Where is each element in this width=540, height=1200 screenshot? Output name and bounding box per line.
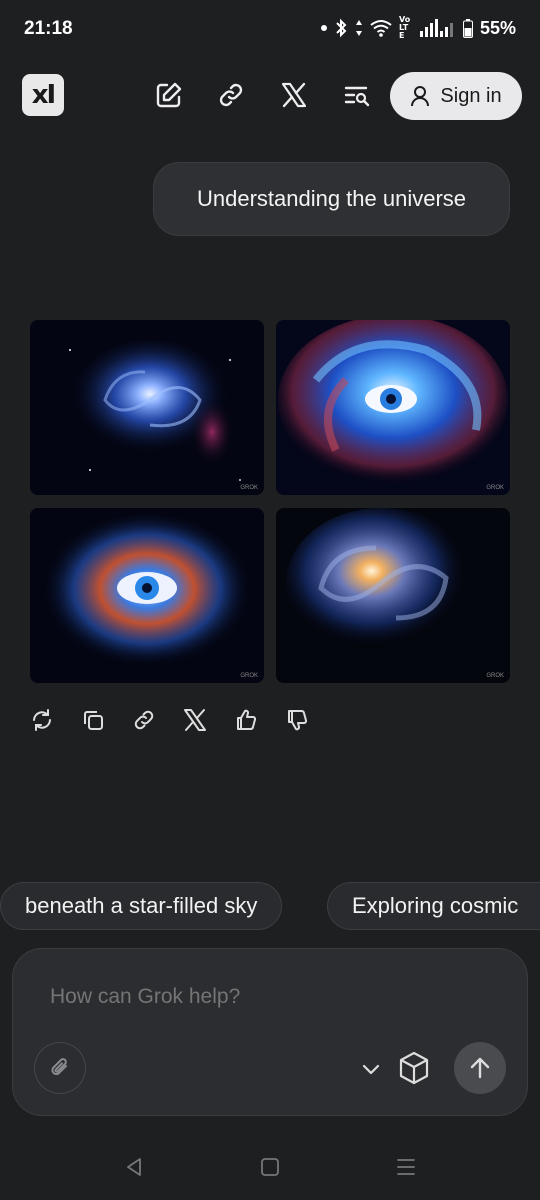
x-share-icon[interactable]	[181, 706, 209, 734]
thumbs-up-icon[interactable]	[232, 706, 260, 734]
suggestion-chip[interactable]: Exploring cosmic	[327, 882, 540, 930]
image-watermark: GROK	[486, 673, 504, 679]
generated-image-4[interactable]: GROK	[276, 508, 510, 683]
paperclip-icon	[51, 1058, 67, 1076]
new-chat-icon[interactable]	[152, 78, 186, 112]
logo-text: xI	[31, 80, 56, 110]
composer	[12, 948, 528, 1116]
link-icon[interactable]	[130, 706, 158, 734]
suggestion-label: beneath a star-filled sky	[25, 893, 258, 918]
battery-icon	[462, 18, 473, 38]
signal-icon	[419, 19, 453, 37]
notification-dot-icon	[320, 25, 327, 31]
link-icon[interactable]	[214, 78, 248, 112]
model-dropdown[interactable]	[360, 1058, 382, 1080]
model-selector[interactable]	[397, 1050, 431, 1086]
prompt-input[interactable]	[48, 984, 452, 1010]
image-watermark: GROK	[486, 485, 504, 491]
user-icon	[411, 86, 430, 107]
chevron-down-icon	[362, 1064, 380, 1075]
regenerate-icon[interactable]	[28, 706, 56, 734]
nav-back-icon[interactable]	[119, 1152, 149, 1182]
battery-percent: 55%	[479, 17, 516, 38]
volte-indicator: Vo LTE	[398, 15, 411, 40]
suggestion-label: Exploring cosmic	[352, 893, 519, 918]
send-button[interactable]	[454, 1042, 506, 1094]
arrow-up-icon	[470, 1057, 490, 1079]
image-watermark: GROK	[240, 673, 258, 679]
user-message-bubble: Understanding the universe	[153, 162, 510, 236]
wifi-icon	[370, 20, 392, 37]
thumbs-down-icon[interactable]	[283, 706, 311, 734]
suggestion-chip[interactable]: beneath a star-filled sky	[0, 882, 283, 930]
xai-logo[interactable]: xI	[22, 74, 64, 116]
sign-in-label: Sign in	[440, 84, 502, 107]
status-icons: Vo LTE 55%	[320, 15, 516, 40]
nav-recents-icon[interactable]	[391, 1152, 421, 1182]
x-logo-icon[interactable]	[277, 78, 311, 112]
attach-button[interactable]	[34, 1042, 86, 1094]
bluetooth-icon	[336, 18, 347, 38]
sign-in-button[interactable]: Sign in	[390, 72, 522, 120]
generated-image-2[interactable]: GROK	[276, 320, 510, 495]
copy-icon[interactable]	[79, 706, 107, 734]
generated-image-1[interactable]: GROK	[30, 320, 264, 495]
cube-icon	[399, 1051, 429, 1085]
user-message-text: Understanding the universe	[196, 186, 467, 211]
image-watermark: GROK	[240, 485, 258, 491]
status-time: 21:18	[24, 18, 73, 39]
search-history-icon[interactable]	[340, 78, 374, 112]
nav-home-icon[interactable]	[255, 1152, 285, 1182]
generated-image-3[interactable]: GROK	[30, 508, 264, 683]
data-arrows-icon	[355, 20, 362, 36]
